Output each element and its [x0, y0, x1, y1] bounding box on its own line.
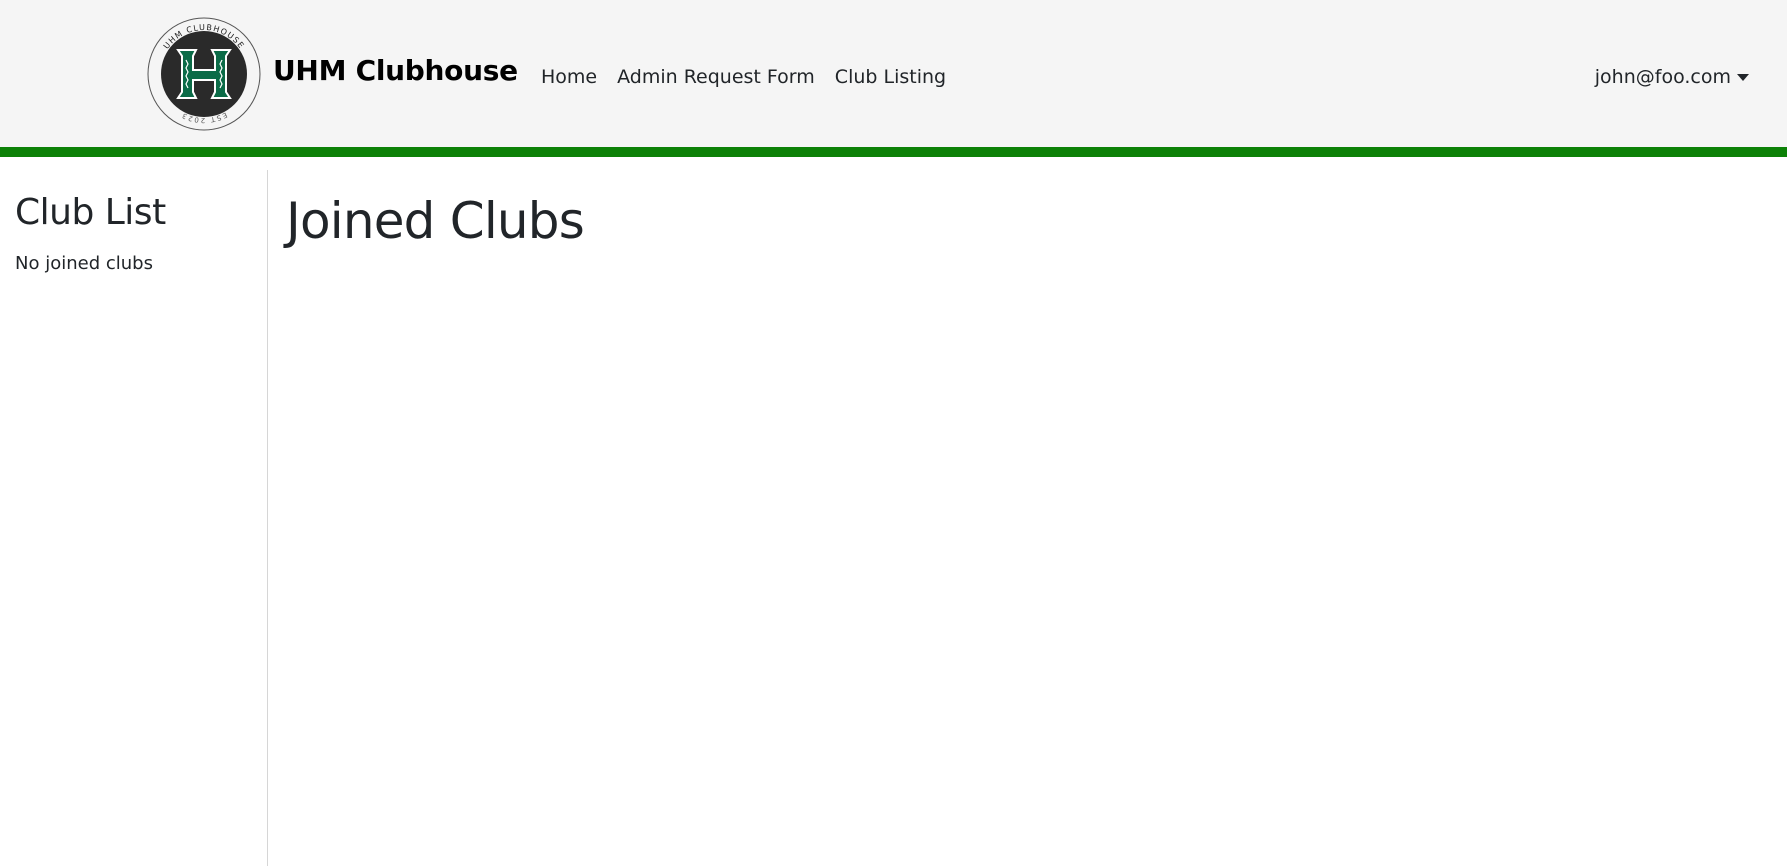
sidebar-empty-message: No joined clubs [15, 253, 153, 274]
nav-club-listing-link[interactable]: Club Listing [835, 66, 946, 88]
uhm-clubhouse-logo[interactable]: UHM CLUBHOUSE EST 2023 [146, 16, 262, 132]
main-nav: Home Admin Request Form Club Listing [541, 66, 946, 88]
sidebar-title: Club List [15, 192, 166, 233]
sidebar: Club List No joined clubs [0, 170, 268, 866]
user-email: john@foo.com [1594, 66, 1731, 88]
navbar: UHM CLUBHOUSE EST 2023 UHM Clubhouse Hom… [0, 0, 1787, 147]
page-title: Joined Clubs [286, 192, 585, 250]
caret-down-icon [1737, 73, 1749, 81]
nav-admin-request-form-link[interactable]: Admin Request Form [617, 66, 815, 88]
brand-title[interactable]: UHM Clubhouse [273, 54, 518, 87]
header-accent-bar [0, 147, 1787, 157]
user-dropdown-toggle[interactable]: john@foo.com [1595, 66, 1749, 88]
nav-home-link[interactable]: Home [541, 66, 597, 88]
